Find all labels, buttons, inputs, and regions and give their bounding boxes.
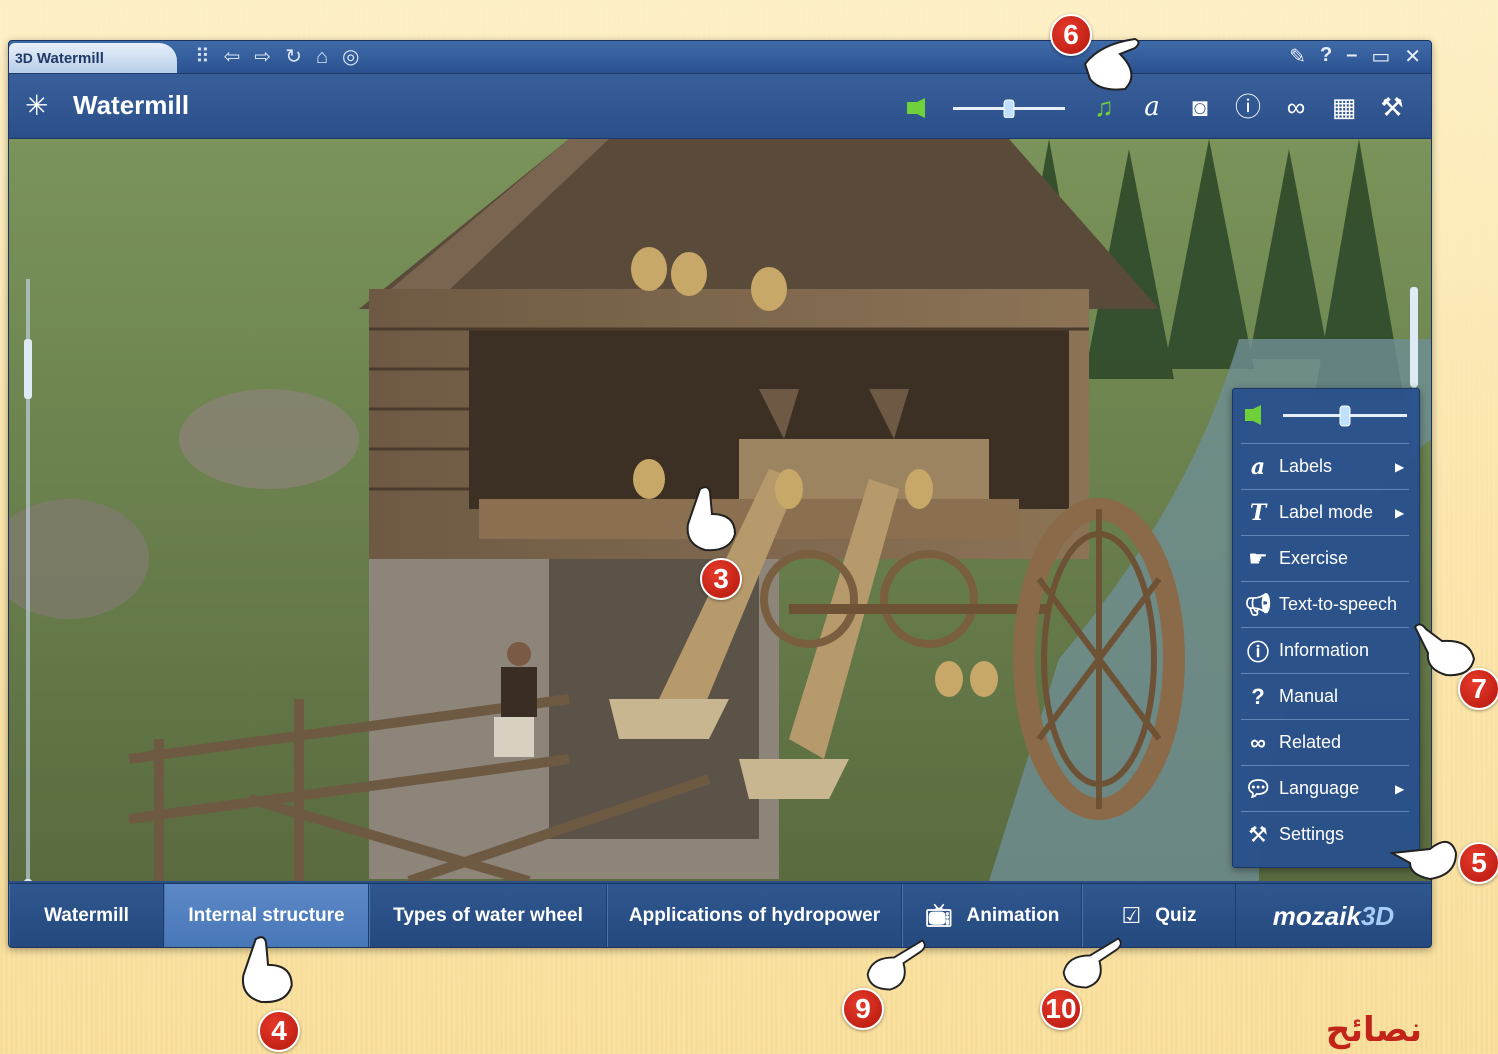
tab-label: Internal structure [188,905,345,926]
menu-item-label: Labels [1279,456,1333,476]
quiz-icon: ☑ [1121,903,1142,928]
toolbar: ✳ Watermill ♫ a ◙ ⓘ ∞ ▦ ⚒ [9,74,1431,139]
settings-menu: a Labels ▶ T Label mode ▶ ☛ Exercise 📢︎ … [1232,388,1420,868]
window-controls: ✎ ? – ▭ ✕ [1289,44,1421,69]
speech-icon: 📢︎ [1244,591,1272,617]
submenu-arrow-icon: ▶ [1395,781,1405,796]
menu-item-label-mode[interactable]: T Label mode ▶ [1241,489,1409,535]
settings-icon[interactable]: ⚒ [1379,90,1405,124]
callout-badge: 4 [258,1010,300,1052]
pointing-hand-icon [686,486,737,552]
menu-item-label: Manual [1279,686,1339,706]
layout-icon[interactable]: ▦ [1331,90,1357,124]
home-icon[interactable]: ⌂ [316,45,328,69]
callout-badge: 5 [1458,842,1498,884]
pointing-hand-icon [241,936,293,1004]
manual-icon: ? [1251,683,1265,709]
volume-knob [1003,99,1015,118]
settings-icon: ⚒ [1248,821,1268,847]
speaker-icon [1245,409,1253,421]
menu-item-label: Settings [1279,824,1345,844]
tab-label: Watermill [44,905,129,926]
minimize-icon[interactable]: – [1346,44,1357,69]
tab-label: Watermill [36,49,104,67]
menu-item-label: Label mode [1279,502,1374,522]
menu-item-label: Text-to-speech [1279,594,1398,614]
language-icon: 💬︎ [1244,775,1272,801]
related-icon[interactable]: ∞ [1283,90,1309,124]
title-bar: 3D Watermill ⠿ ⇦ ⇨ ↻ ⌂ ◎ ✎ ? – ▭ ✕ [9,41,1431,74]
related-icon: ∞ [1250,729,1266,755]
menu-item-settings[interactable]: ⚒ Settings [1241,811,1409,857]
exercise-icon: ☛ [1248,545,1268,571]
brand-main: mozaik [1272,900,1361,931]
tab-applications-of-hydropower[interactable]: Applications of hydropower [607,884,902,947]
tab-logo: 3D [15,50,33,66]
brand-3d: 3D [1360,900,1395,931]
menu-volume-control[interactable] [1243,403,1411,427]
pointing-hand-icon [1413,623,1476,677]
speaker-icon [907,102,917,114]
menu-item-labels[interactable]: a Labels ▶ [1241,443,1409,489]
submenu-arrow-icon: ▶ [1395,459,1405,474]
pointing-hand-icon [866,939,926,991]
callout-badge: 3 [700,558,742,600]
labels-icon[interactable]: a [1139,90,1165,124]
menu-item-label: Language [1279,778,1360,798]
brand-logo: mozaik 3D [1236,884,1431,947]
tab-label: Quiz [1155,905,1197,926]
pointing-hand-icon [1083,37,1140,91]
left-zoom-slider[interactable] [23,279,33,881]
tab-animation[interactable]: 📺︎ Animation [902,884,1082,947]
water-wheel [1013,498,1185,820]
menu-item-label: Related [1279,732,1342,752]
tv-icon: 📺︎ [924,903,953,928]
menu-item-label: Exercise [1279,548,1349,568]
menu-item-manual[interactable]: ? Manual [1241,673,1409,719]
tab-types-of-water-wheel[interactable]: Types of water wheel [369,884,607,947]
tips-heading: نصائح [1325,1010,1422,1050]
menu-item-related[interactable]: ∞ Related [1241,719,1409,765]
help-globe-icon[interactable]: ◎ [342,45,359,69]
volume-control[interactable] [907,98,1067,118]
volume-knob [1339,405,1351,427]
app-tab[interactable]: 3D Watermill [9,43,177,73]
info-icon: ⓘ [1246,639,1269,665]
forward-arrow-icon[interactable]: ⇨ [254,45,271,69]
camera-icon[interactable]: ◙ [1187,90,1213,124]
bottom-nav: Watermill Internal structure Types of wa… [9,883,1431,947]
help-icon[interactable]: ? [1320,44,1332,69]
toolbar-icons: ♫ a ◙ ⓘ ∞ ▦ ⚒ [1091,90,1405,124]
back-arrow-icon[interactable]: ⇦ [224,45,241,69]
label-mode-icon: T [1249,499,1267,526]
pointing-hand-icon [1062,937,1122,989]
pin-icon[interactable]: ✎ [1289,44,1306,69]
labels-icon: a [1250,453,1266,480]
menu-item-label: Information [1279,640,1370,660]
tab-label: Applications of hydropower [628,905,881,926]
tab-label: Animation [966,905,1060,926]
tab-label: Types of water wheel [393,905,583,926]
close-icon[interactable]: ✕ [1404,44,1421,69]
menu-item-language[interactable]: 💬︎ Language ▶ [1241,765,1409,811]
menu-item-information[interactable]: ⓘ Information [1241,627,1409,673]
info-icon[interactable]: ⓘ [1235,90,1261,124]
menu-item-text-to-speech[interactable]: 📢︎ Text-to-speech [1241,581,1409,627]
submenu-arrow-icon: ▶ [1395,505,1405,520]
maximize-icon[interactable]: ▭ [1371,44,1390,69]
music-icon[interactable]: ♫ [1091,90,1117,124]
loading-icon: ✳ [25,90,49,121]
page-title: Watermill [73,90,190,120]
menu-item-exercise[interactable]: ☛ Exercise [1241,535,1409,581]
pointing-hand-icon [1390,841,1458,881]
refresh-icon[interactable]: ↻ [285,45,302,69]
grid-icon[interactable]: ⠿ [195,45,210,69]
tab-watermill[interactable]: Watermill [9,884,164,947]
nav-icons: ⠿ ⇦ ⇨ ↻ ⌂ ◎ [195,45,360,69]
